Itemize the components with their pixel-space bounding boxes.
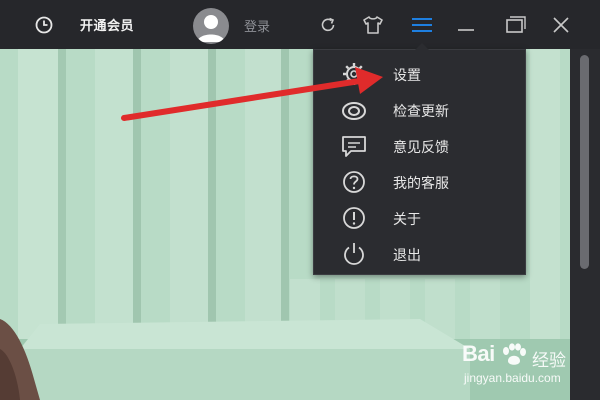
menu-icon[interactable] bbox=[411, 16, 433, 34]
paw-logo-icon bbox=[503, 343, 526, 365]
history-icon[interactable] bbox=[35, 16, 53, 34]
menu-item-customer-service[interactable]: 我的客服 bbox=[314, 164, 525, 200]
info-icon bbox=[343, 207, 365, 229]
gear-icon bbox=[343, 63, 365, 85]
power-icon bbox=[344, 243, 364, 265]
menu-item-check-update[interactable]: 检查更新 bbox=[314, 92, 525, 128]
feedback-icon bbox=[342, 136, 366, 157]
menu-item-label: 关于 bbox=[393, 212, 421, 228]
menu-item-label: 意见反馈 bbox=[393, 140, 449, 156]
user-avatar-icon bbox=[197, 15, 225, 42]
watermark-brand: Bai bbox=[462, 341, 495, 366]
login-link[interactable]: 登录 bbox=[244, 16, 270, 35]
close-icon[interactable] bbox=[551, 15, 571, 35]
menu-item-about[interactable]: 关于 bbox=[314, 200, 525, 236]
menu-item-exit[interactable]: 退出 bbox=[314, 236, 525, 272]
main-menu-dropdown: 设置 检查更新 意见反馈 我的客服 关于 退出 bbox=[313, 43, 526, 275]
vip-button[interactable]: 开通会员 bbox=[80, 15, 134, 34]
refresh-icon[interactable] bbox=[318, 15, 338, 35]
watermark-brand-suffix: 经验 bbox=[532, 351, 566, 371]
title-bar: 开通会员 登录 bbox=[0, 0, 600, 49]
avatar[interactable] bbox=[193, 8, 229, 44]
help-icon bbox=[343, 171, 365, 193]
scrollbar-thumb[interactable] bbox=[580, 55, 589, 269]
minimize-icon[interactable] bbox=[456, 16, 476, 34]
update-icon bbox=[342, 102, 366, 120]
menu-item-label: 检查更新 bbox=[393, 104, 449, 120]
watermark-url: jingyan.baidu.com bbox=[464, 371, 561, 385]
scrollbar[interactable] bbox=[570, 49, 600, 400]
maximize-icon[interactable] bbox=[504, 15, 526, 35]
skin-icon[interactable] bbox=[362, 15, 384, 35]
menu-item-label: 我的客服 bbox=[393, 176, 449, 192]
menu-item-label: 退出 bbox=[393, 248, 421, 264]
menu-item-settings[interactable]: 设置 bbox=[314, 56, 525, 92]
menu-item-label: 设置 bbox=[393, 68, 421, 84]
menu-item-feedback[interactable]: 意见反馈 bbox=[314, 128, 525, 164]
